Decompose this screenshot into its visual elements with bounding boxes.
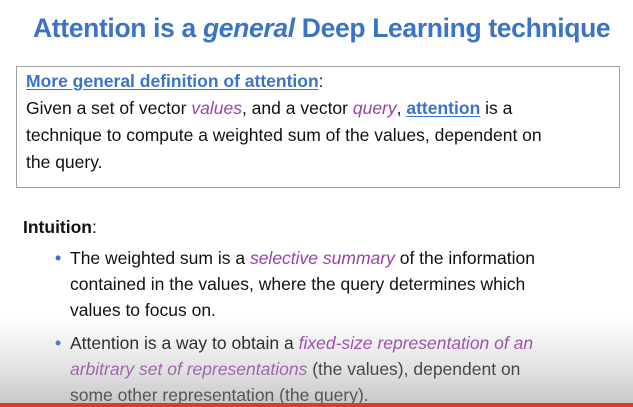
term-selective-summary: selective summary bbox=[249, 248, 395, 268]
term-query: query bbox=[352, 98, 397, 118]
definition-line-2: technique to compute a weighted sum of t… bbox=[26, 125, 542, 145]
definition-heading: More general definition of attention: bbox=[26, 69, 324, 93]
title-part-1: Attention is a bbox=[33, 13, 203, 43]
bullet-text: of the information bbox=[394, 248, 535, 268]
title-part-2: Deep Learning technique bbox=[294, 13, 611, 43]
definition-text: is a bbox=[480, 98, 513, 118]
bullet-2-line-2: arbitrary set of representations (the va… bbox=[70, 356, 615, 382]
bullet-text: (the values), dependent on bbox=[307, 359, 521, 379]
definition-body: Given a set of vector values, and a vect… bbox=[26, 95, 618, 176]
intuition-suffix: : bbox=[92, 217, 97, 237]
definition-text: , bbox=[396, 98, 407, 118]
definition-line-1: Given a set of vector values, and a vect… bbox=[26, 95, 618, 122]
intuition-label: Intuition bbox=[23, 217, 93, 237]
definition-line-3: the query. bbox=[26, 152, 103, 172]
slide-title: Attention is a general Deep Learning tec… bbox=[33, 11, 611, 45]
definition-heading-link[interactable]: More general definition of attention bbox=[26, 71, 319, 91]
title-emphasis: general bbox=[202, 13, 295, 43]
definition-text: , and a vector bbox=[241, 98, 353, 118]
term-attention-link[interactable]: attention bbox=[406, 98, 480, 118]
definition-text: Given a set of vector bbox=[26, 98, 192, 118]
definition-heading-suffix: : bbox=[318, 71, 324, 91]
bullet-item-2: • Attention is a way to obtain a fixed-s… bbox=[55, 330, 615, 407]
bullet-1-line-2: contained in the values, where the query… bbox=[70, 274, 526, 294]
bottom-progress-bar bbox=[0, 403, 633, 407]
bullet-2-line-1: Attention is a way to obtain a fixed-siz… bbox=[70, 330, 615, 356]
bullet-1-line-1: The weighted sum is a selective summary … bbox=[70, 245, 615, 271]
bullet-1-line-3: values to focus on. bbox=[70, 300, 216, 320]
intuition-bullet-list: • The weighted sum is a selective summar… bbox=[55, 245, 615, 407]
bullet-item-1: • The weighted sum is a selective summar… bbox=[55, 245, 615, 323]
bullet-dot-icon: • bbox=[55, 248, 62, 268]
term-arbitrary-set: arbitrary set of representations bbox=[70, 359, 308, 379]
term-fixed-size-representation: fixed-size representation of an bbox=[298, 333, 534, 353]
bullet-text: The weighted sum is a bbox=[70, 248, 250, 268]
term-values: values bbox=[191, 98, 242, 118]
intuition-heading: Intuition: bbox=[23, 215, 97, 239]
bullet-dot-icon: • bbox=[55, 333, 62, 353]
bullet-text: Attention is a way to obtain a bbox=[70, 333, 299, 353]
slide: Attention is a general Deep Learning tec… bbox=[0, 0, 633, 407]
definition-box: More general definition of attention: Gi… bbox=[16, 66, 620, 188]
